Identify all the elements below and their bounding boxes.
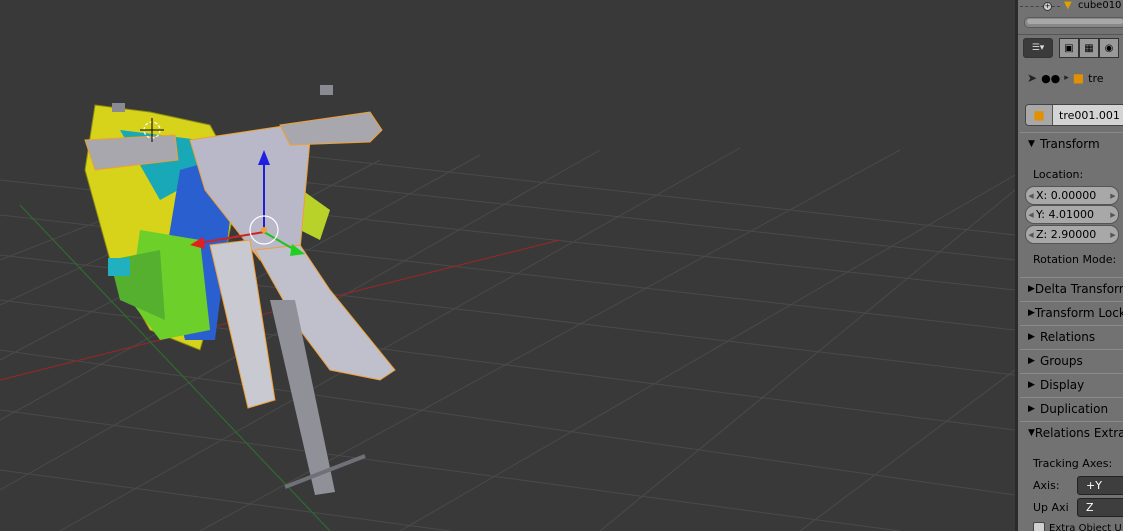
decrement-arrow-icon[interactable]: ◀ <box>1026 211 1036 219</box>
panel-relations-extras[interactable]: ▼ Relations Extras <box>1020 421 1123 444</box>
panel-transform[interactable]: ▼ Transform <box>1020 132 1123 155</box>
track-axis-row: Axis: +Y <box>1033 475 1123 495</box>
render-icon[interactable]: ▣ <box>1059 38 1079 58</box>
track-axis-select[interactable]: +Y <box>1077 475 1123 495</box>
triangle-down-icon: ▼ <box>1028 428 1035 438</box>
object-origin-icon <box>261 227 267 233</box>
outliner-scrollbar[interactable] <box>1024 17 1123 28</box>
checkbox-label: Extra Object U <box>1049 522 1122 531</box>
location-y-field[interactable]: ◀ Y: 4.01000 ▶ <box>1025 205 1119 224</box>
properties-editor-icon[interactable]: ☰▾ <box>1023 38 1053 58</box>
object-data-icon[interactable]: ■ <box>1026 105 1053 125</box>
motorcycle-model[interactable] <box>84 85 396 495</box>
breadcrumb: ➤ ●● ▸ ■ tre <box>1027 68 1123 88</box>
axis-label: Axis: <box>1033 478 1060 492</box>
object-icon: ■ <box>1072 71 1085 85</box>
triangle-right-icon: ▶ <box>1028 284 1035 294</box>
extra-object-update-row[interactable]: Extra Object U <box>1033 522 1122 531</box>
area-divider[interactable] <box>1015 0 1018 531</box>
location-z-field[interactable]: ◀ Z: 2.90000 ▶ <box>1025 225 1119 244</box>
triangle-right-icon: ▶ <box>1028 308 1035 318</box>
expand-plus-icon[interactable]: + <box>1043 2 1052 11</box>
panel-groups[interactable]: ▶ Groups <box>1020 349 1123 372</box>
decrement-arrow-icon[interactable]: ◀ <box>1026 231 1036 239</box>
panel-relations[interactable]: ▶ Relations <box>1020 325 1123 348</box>
3d-viewport[interactable] <box>0 0 1015 531</box>
scrollbar-thumb[interactable] <box>1027 19 1123 24</box>
location-label: Location: <box>1033 168 1084 181</box>
object-name-value[interactable]: tre001.001 <box>1053 109 1120 122</box>
outliner-item-name[interactable]: cube010 <box>1078 0 1121 11</box>
triangle-right-icon: ▶ <box>1028 380 1035 390</box>
up-axis-row: Up Axi Z <box>1033 497 1123 517</box>
viewport-canvas[interactable] <box>0 0 1015 531</box>
increment-arrow-icon[interactable]: ▶ <box>1108 211 1118 219</box>
increment-arrow-icon[interactable]: ▶ <box>1108 192 1118 200</box>
panel-duplication[interactable]: ▶ Duplication <box>1020 397 1123 420</box>
panel-display[interactable]: ▶ Display <box>1020 373 1123 396</box>
triangle-right-icon: ▶ <box>1028 404 1035 414</box>
outliner-tree-line <box>1020 5 1060 8</box>
outliner-area[interactable]: + ▼ cube010 <box>1018 0 1123 35</box>
up-axis-label: Up Axi <box>1033 500 1069 514</box>
object-name-field[interactable]: ■ tre001.001 <box>1025 104 1123 126</box>
panel-transform-locks[interactable]: ▶ Transform Locks <box>1020 301 1123 324</box>
scene-link-icon: ●● <box>1041 71 1061 85</box>
triangle-down-icon: ▼ <box>1028 139 1035 149</box>
triangle-right-icon: ▶ <box>1028 332 1035 342</box>
location-x-field[interactable]: ◀ X: 0.00000 ▶ <box>1025 186 1119 205</box>
rotation-mode-label: Rotation Mode: <box>1033 253 1117 266</box>
increment-arrow-icon[interactable]: ▶ <box>1108 231 1118 239</box>
tracking-axes-label: Tracking Axes: <box>1033 457 1113 470</box>
render-layers-icon[interactable]: ▦ <box>1079 38 1099 58</box>
panel-delta-transform[interactable]: ▶ Delta Transform <box>1020 277 1123 300</box>
decrement-arrow-icon[interactable]: ◀ <box>1026 192 1036 200</box>
outliner-row[interactable]: + ▼ cube010 <box>1018 0 1123 13</box>
chevron-right-icon: ▸ <box>1064 73 1069 83</box>
scene-icon[interactable]: ◉ <box>1099 38 1119 58</box>
pin-icon[interactable]: ➤ <box>1027 71 1037 85</box>
checkbox[interactable] <box>1033 522 1045 531</box>
panel-title: Transform <box>1040 137 1100 151</box>
triangle-right-icon: ▶ <box>1028 356 1035 366</box>
mesh-vertex-icon: ▼ <box>1064 0 1072 11</box>
up-axis-select[interactable]: Z <box>1077 497 1123 517</box>
properties-header: ☰▾ ▣ ▦ ◉ <box>1023 38 1123 58</box>
properties-editor[interactable]: + ▼ cube010 ☰▾ ▣ ▦ ◉ ➤ ●● ▸ ■ tre ■ tre0… <box>1015 0 1123 531</box>
breadcrumb-object-name: tre <box>1088 71 1104 85</box>
